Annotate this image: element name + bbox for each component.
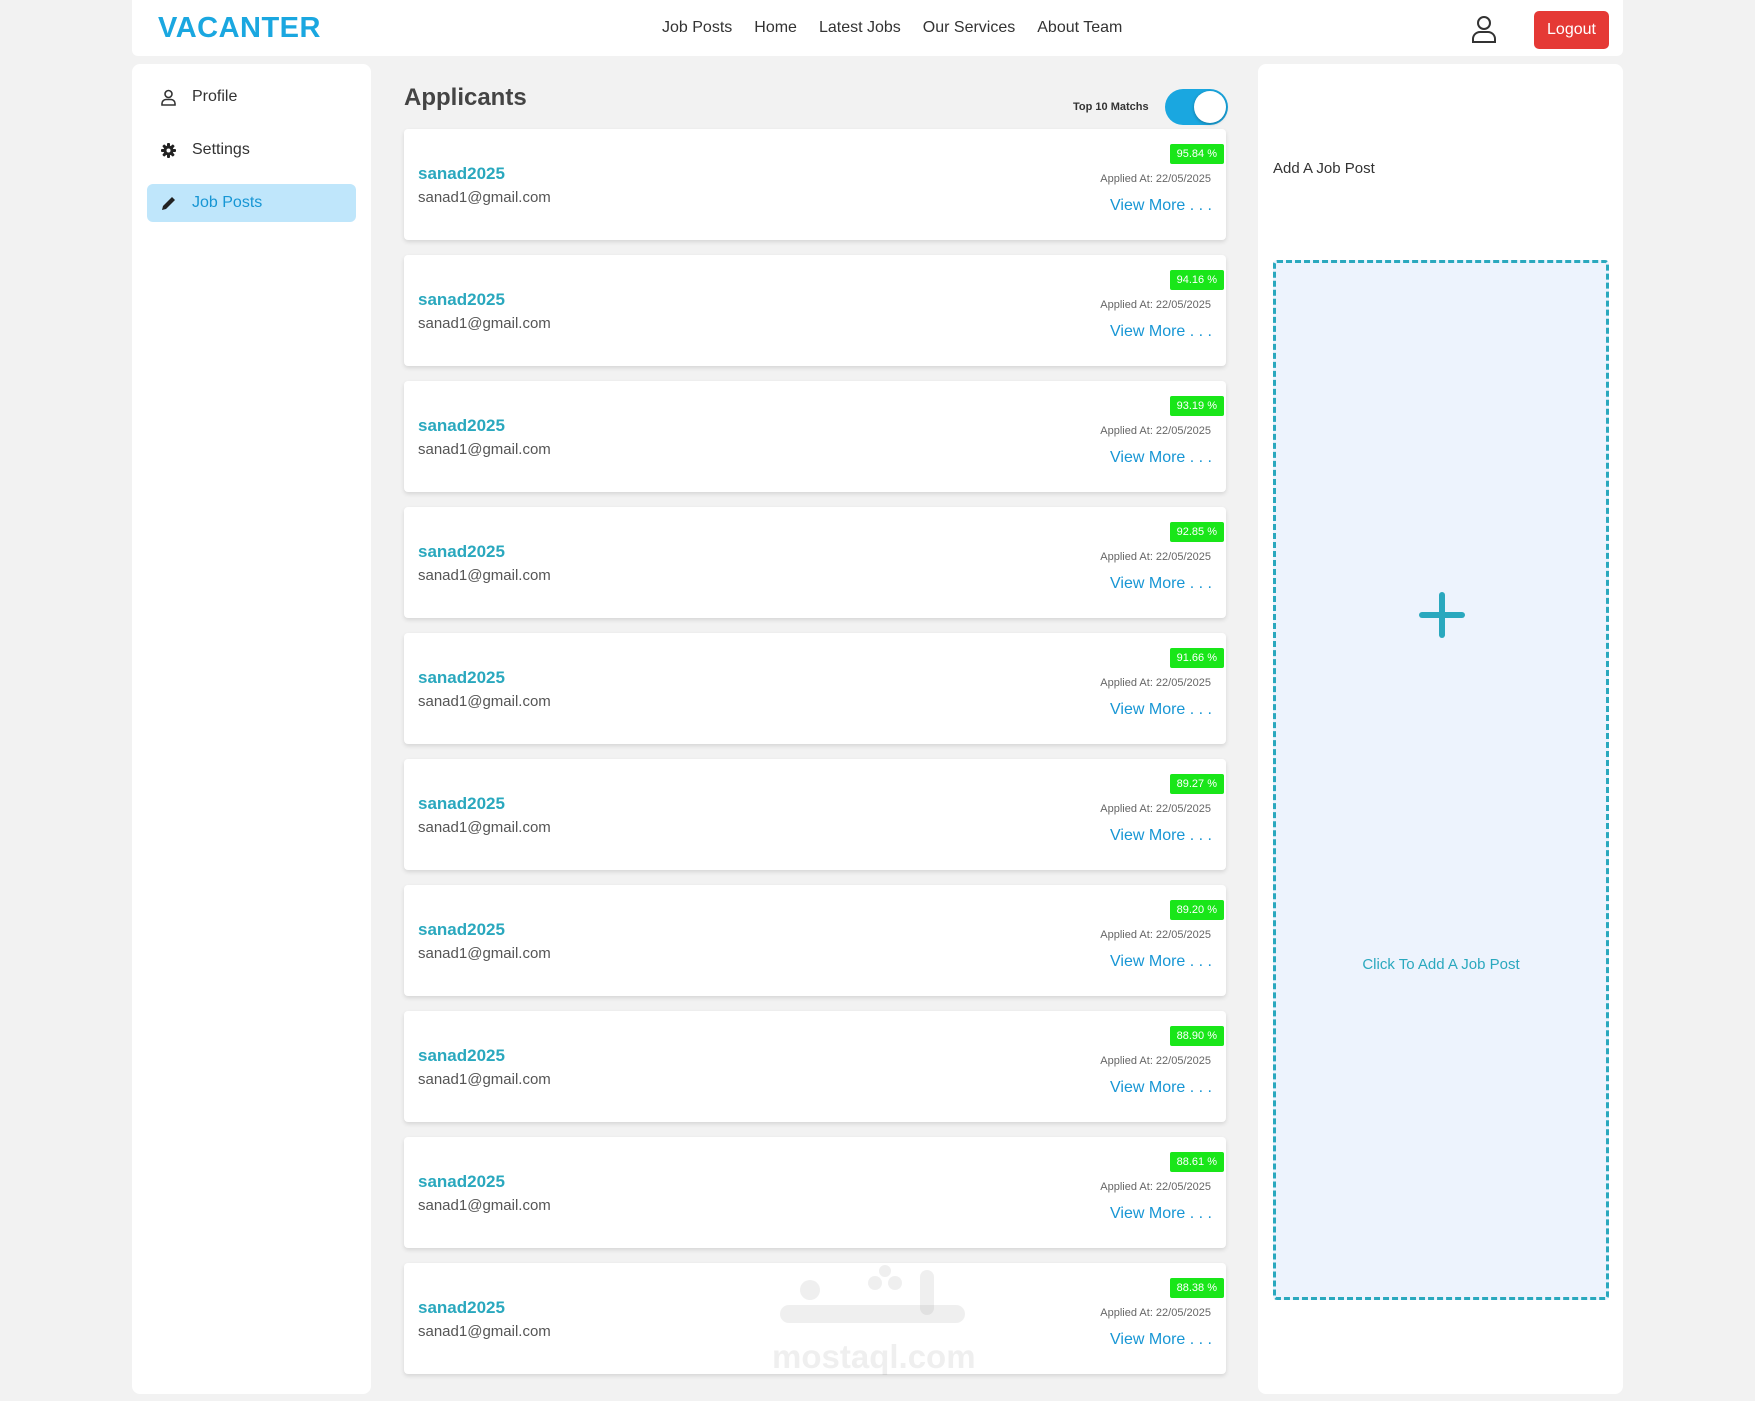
sidebar-item-job-posts[interactable]: Job Posts [147,184,356,222]
applied-date: Applied At: 22/05/2025 [1100,803,1211,815]
applicant-username[interactable]: sanad2025 [418,1172,505,1192]
applied-date: Applied At: 22/05/2025 [1100,677,1211,689]
page-title: Applicants [404,84,527,111]
applied-date: Applied At: 22/05/2025 [1100,1181,1211,1193]
nav-link-home[interactable]: Home [754,19,797,37]
applicant-email: sanad1@gmail.com [418,567,551,584]
sidebar-item-label: Job Posts [192,194,263,211]
match-badge: 88.61 % [1169,1152,1224,1172]
view-more-link[interactable]: View More . . . [1110,701,1212,719]
applicant-email: sanad1@gmail.com [418,1071,551,1088]
nav-links: Job Posts Home Latest Jobs Our Services … [662,19,1122,37]
match-badge: 88.38 % [1169,1278,1224,1298]
add-job-post-panel: Add A Job Post Click To Add A Job Post [1258,64,1623,1394]
applicant-username[interactable]: sanad2025 [418,920,505,940]
sidebar-item-label: Profile [192,88,238,105]
applicant-username[interactable]: sanad2025 [418,668,505,688]
match-badge: 92.85 % [1169,522,1224,542]
applicant-card: sanad2025 sanad1@gmail.com 89.27 % Appli… [404,759,1226,870]
applied-date: Applied At: 22/05/2025 [1100,173,1211,185]
view-more-link[interactable]: View More . . . [1110,1079,1212,1097]
applicant-username[interactable]: sanad2025 [418,1298,505,1318]
applied-date: Applied At: 22/05/2025 [1100,929,1211,941]
top-matches-toggle[interactable] [1165,89,1228,125]
view-more-link[interactable]: View More . . . [1110,323,1212,341]
applicant-card: sanad2025 sanad1@gmail.com 94.16 % Appli… [404,255,1226,366]
match-badge: 89.27 % [1169,774,1224,794]
view-more-link[interactable]: View More . . . [1110,1205,1212,1223]
applicant-card: sanad2025 sanad1@gmail.com 92.85 % Appli… [404,507,1226,618]
applicant-email: sanad1@gmail.com [418,819,551,836]
match-badge: 88.90 % [1169,1026,1224,1046]
applicant-email: sanad1@gmail.com [418,1197,551,1214]
match-badge: 94.16 % [1169,270,1224,290]
add-job-post-dropzone[interactable]: Click To Add A Job Post [1273,260,1609,1300]
view-more-link[interactable]: View More . . . [1110,197,1212,215]
plus-icon [1419,592,1465,638]
sidebar: Profile Settings Job Posts [132,64,371,1394]
user-icon [161,89,176,106]
view-more-link[interactable]: View More . . . [1110,953,1212,971]
top-matches-toggle-label: Top 10 Matchs [1073,101,1149,113]
match-badge: 89.20 % [1169,900,1224,920]
user-account-icon[interactable] [1470,14,1498,44]
sidebar-item-profile[interactable]: Profile [147,78,356,116]
toggle-knob [1194,91,1226,123]
sidebar-item-label: Settings [192,141,250,158]
applied-date: Applied At: 22/05/2025 [1100,1307,1211,1319]
add-job-post-title: Add A Job Post [1273,160,1375,177]
nav-link-latest-jobs[interactable]: Latest Jobs [819,19,901,37]
match-badge: 95.84 % [1169,144,1224,164]
applicant-card: sanad2025 sanad1@gmail.com 91.66 % Appli… [404,633,1226,744]
applicant-card: sanad2025 sanad1@gmail.com 89.20 % Appli… [404,885,1226,996]
applied-date: Applied At: 22/05/2025 [1100,425,1211,437]
applicant-username[interactable]: sanad2025 [418,290,505,310]
applicant-email: sanad1@gmail.com [418,1323,551,1340]
applicant-card: sanad2025 sanad1@gmail.com 88.61 % Appli… [404,1137,1226,1248]
dropzone-label: Click To Add A Job Post [1362,956,1520,973]
nav-link-job-posts[interactable]: Job Posts [662,19,732,37]
applicant-username[interactable]: sanad2025 [418,1046,505,1066]
applicant-username[interactable]: sanad2025 [418,542,505,562]
view-more-link[interactable]: View More . . . [1110,575,1212,593]
pencil-icon [162,196,175,210]
view-more-link[interactable]: View More . . . [1110,449,1212,467]
top-navbar: VACANTER Job Posts Home Latest Jobs Our … [132,0,1623,56]
applied-date: Applied At: 22/05/2025 [1100,1055,1211,1067]
match-badge: 93.19 % [1169,396,1224,416]
applicant-username[interactable]: sanad2025 [418,794,505,814]
brand-logo[interactable]: VACANTER [158,12,321,45]
gear-icon [161,142,176,158]
nav-link-our-services[interactable]: Our Services [923,19,1015,37]
applicant-card: sanad2025 sanad1@gmail.com 93.19 % Appli… [404,381,1226,492]
applicant-card: sanad2025 sanad1@gmail.com 88.90 % Appli… [404,1011,1226,1122]
applicant-username[interactable]: sanad2025 [418,416,505,436]
applicant-email: sanad1@gmail.com [418,441,551,458]
applicant-username[interactable]: sanad2025 [418,164,505,184]
applied-date: Applied At: 22/05/2025 [1100,551,1211,563]
view-more-link[interactable]: View More . . . [1110,1331,1212,1349]
applicant-email: sanad1@gmail.com [418,693,551,710]
watermark-text: mostaql.com [772,1338,976,1375]
sidebar-item-settings[interactable]: Settings [147,131,356,169]
applicant-email: sanad1@gmail.com [418,315,551,332]
view-more-link[interactable]: View More . . . [1110,827,1212,845]
applicant-email: sanad1@gmail.com [418,945,551,962]
nav-link-about-team[interactable]: About Team [1037,19,1122,37]
applicant-card: sanad2025 sanad1@gmail.com 95.84 % Appli… [404,129,1226,240]
match-badge: 91.66 % [1169,648,1224,668]
applicant-email: sanad1@gmail.com [418,189,551,206]
logout-button[interactable]: Logout [1534,11,1609,49]
applied-date: Applied At: 22/05/2025 [1100,299,1211,311]
